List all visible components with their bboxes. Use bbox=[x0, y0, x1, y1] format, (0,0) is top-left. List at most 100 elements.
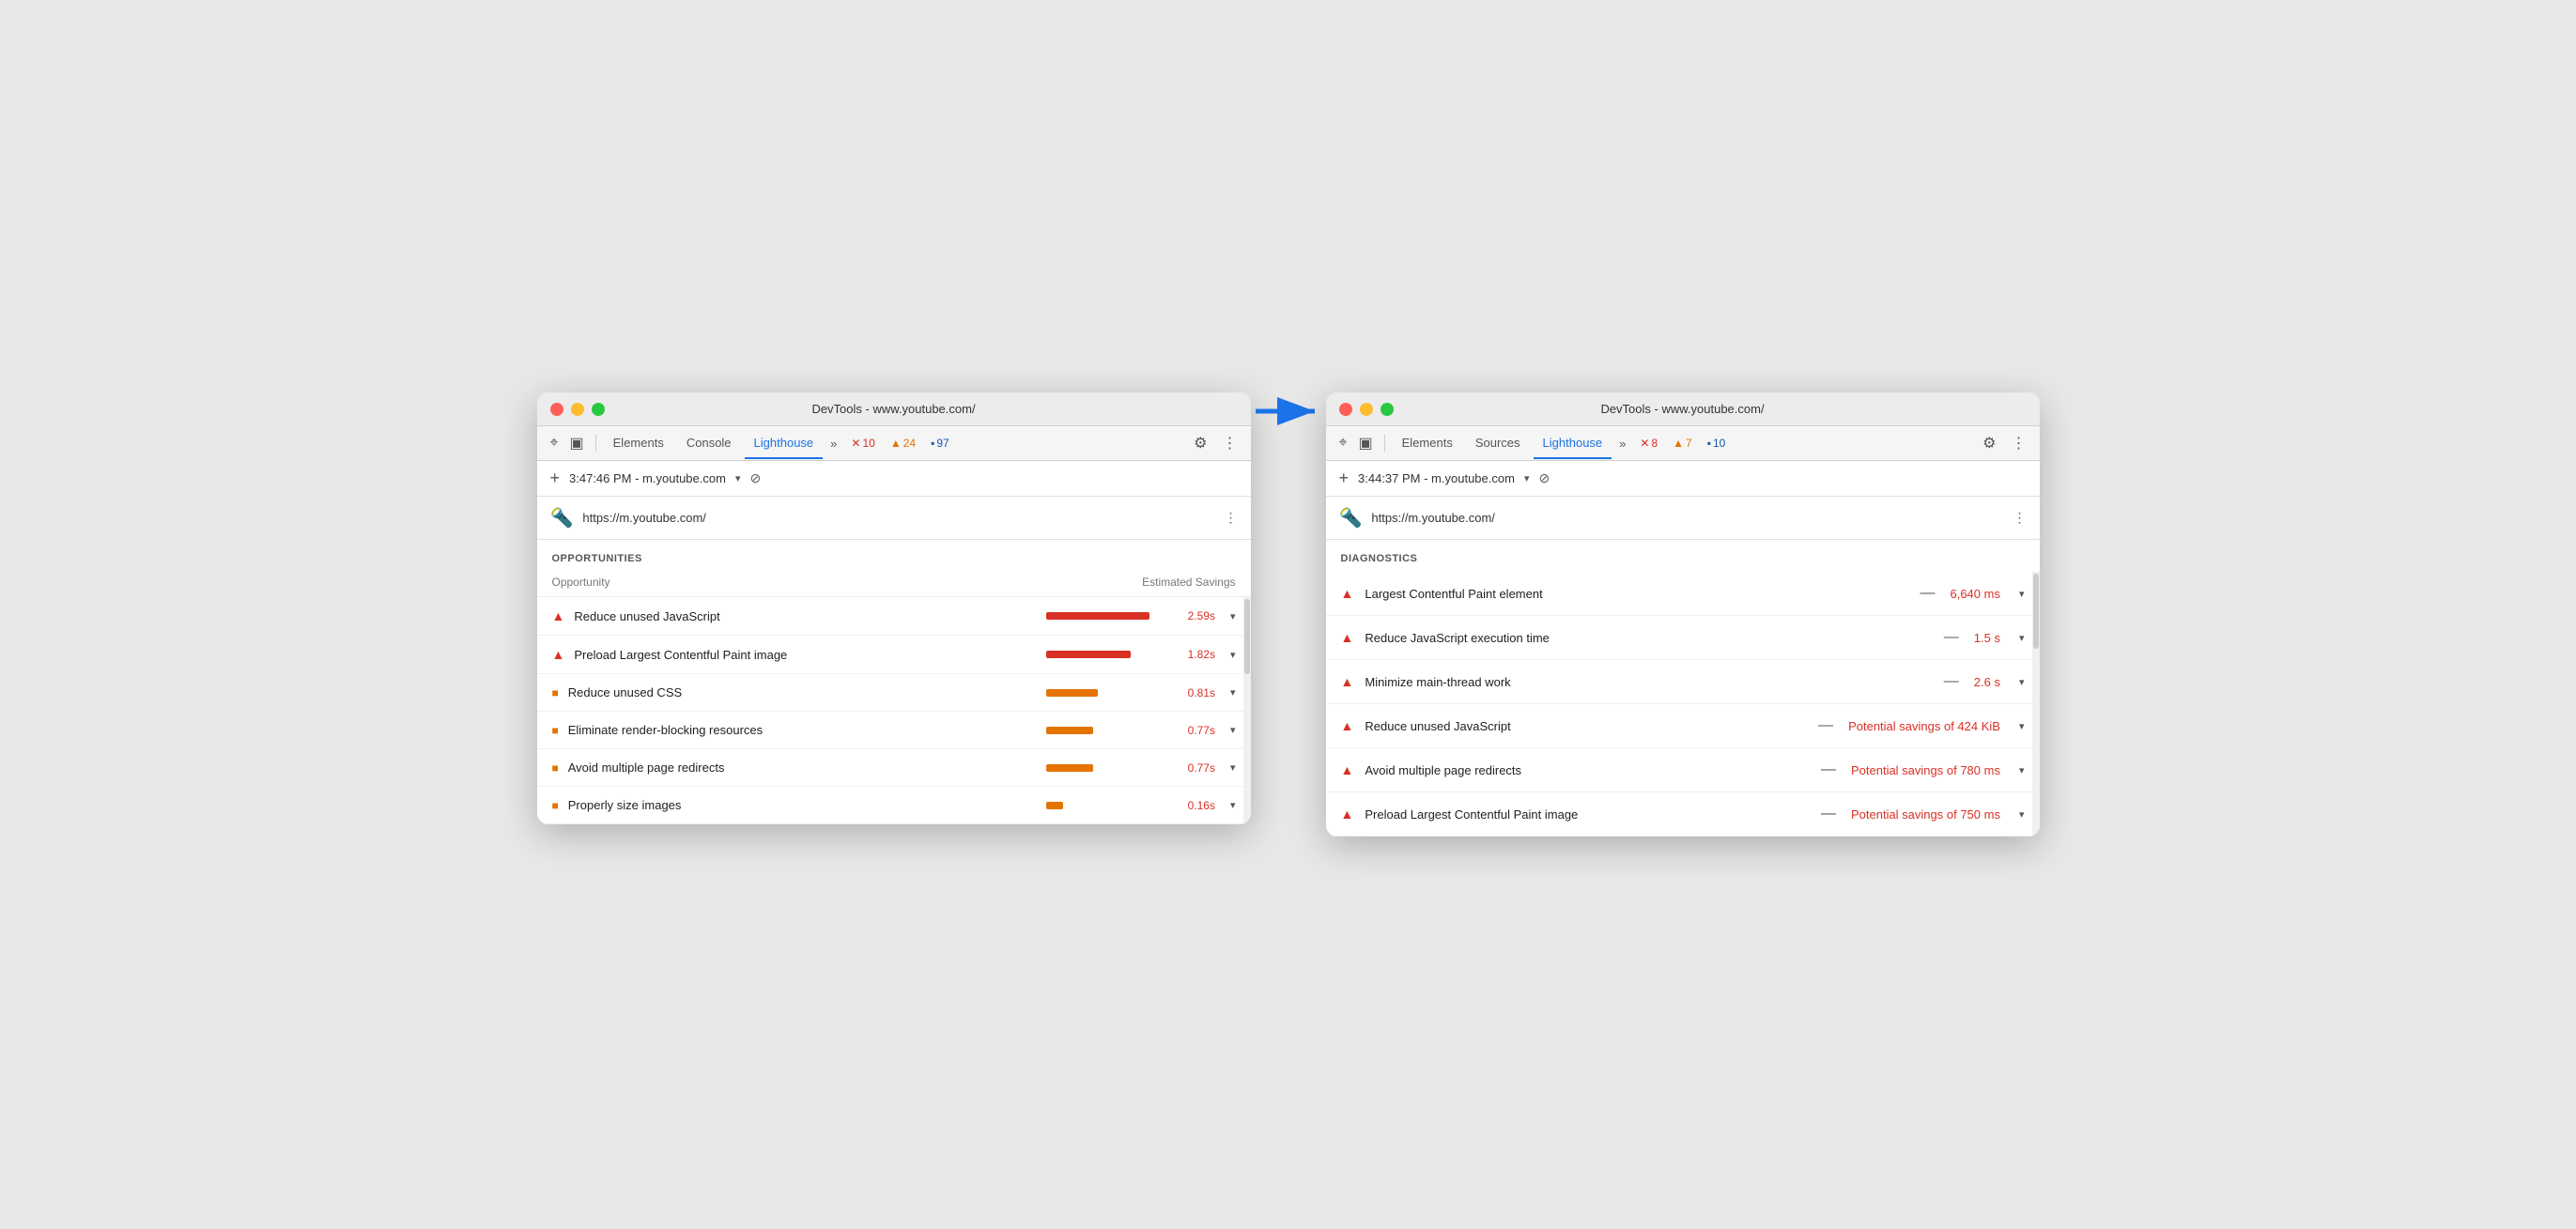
tab-bar-right-1: ⚙ ⋮ bbox=[1190, 430, 1241, 456]
dash-5: — bbox=[1821, 806, 1836, 822]
toolbar-1: + 3:47:46 PM - m.youtube.com ▾ ⊘ bbox=[537, 461, 1251, 497]
tab-sources-2[interactable]: Sources bbox=[1466, 428, 1530, 459]
opp-label-5: Properly size images bbox=[568, 798, 1037, 812]
scrollbar-track-1[interactable] bbox=[1243, 597, 1251, 824]
title-bar-2: DevTools - www.youtube.com/ bbox=[1326, 392, 2040, 426]
diag-label-5: Preload Largest Contentful Paint image bbox=[1365, 807, 1806, 822]
diag-expand-0[interactable]: ▾ bbox=[2019, 588, 2025, 600]
opp-label-4: Avoid multiple page redirects bbox=[568, 760, 1037, 775]
diag-expand-3[interactable]: ▾ bbox=[2019, 720, 2025, 732]
lh-header-1: 🔦 https://m.youtube.com/ ⋮ bbox=[537, 497, 1251, 540]
close-button-1[interactable] bbox=[550, 403, 563, 416]
opp-icon-5: ■ bbox=[552, 799, 559, 812]
devtools-window-1: DevTools - www.youtube.com/ ⌖ ▣ Elements… bbox=[537, 392, 1251, 824]
diag-expand-4[interactable]: ▾ bbox=[2019, 764, 2025, 776]
diag-row-5[interactable]: ▲ Preload Largest Contentful Paint image… bbox=[1326, 792, 2040, 837]
tab-elements-1[interactable]: Elements bbox=[604, 428, 673, 459]
title-bar-1: DevTools - www.youtube.com/ bbox=[537, 392, 1251, 426]
tab-lighthouse-1[interactable]: Lighthouse bbox=[745, 428, 824, 459]
warning-icon-2: ▲ bbox=[1673, 437, 1684, 450]
opp-bar-container-0 bbox=[1046, 612, 1159, 620]
maximize-button-1[interactable] bbox=[592, 403, 605, 416]
opp-bar-1 bbox=[1046, 651, 1131, 658]
close-button-2[interactable] bbox=[1339, 403, 1352, 416]
diag-row-4[interactable]: ▲ Avoid multiple page redirects — Potent… bbox=[1326, 748, 2040, 792]
expand-icon-2[interactable]: ▾ bbox=[1230, 686, 1236, 699]
toolbar-2: + 3:44:37 PM - m.youtube.com ▾ ⊘ bbox=[1326, 461, 2040, 497]
more-options-button-2[interactable]: ⋮ bbox=[2008, 430, 2030, 456]
settings-button-1[interactable]: ⚙ bbox=[1190, 430, 1211, 456]
toolbar-url-2: 3:44:37 PM - m.youtube.com bbox=[1358, 471, 1515, 485]
expand-icon-4[interactable]: ▾ bbox=[1230, 761, 1236, 774]
opportunity-row-1[interactable]: ▲ Preload Largest Contentful Paint image… bbox=[537, 636, 1251, 674]
opp-saving-4: 0.77s bbox=[1178, 761, 1215, 775]
error-icon-2: ✕ bbox=[1640, 437, 1649, 450]
cancel-icon-2[interactable]: ⊘ bbox=[1538, 470, 1550, 486]
section-header-1: OPPORTUNITIES bbox=[537, 540, 1251, 572]
lh-more-button-2[interactable]: ⋮ bbox=[2013, 510, 2027, 526]
more-tabs-icon-1[interactable]: » bbox=[826, 429, 841, 458]
minimize-button-1[interactable] bbox=[571, 403, 584, 416]
lh-more-button-1[interactable]: ⋮ bbox=[1225, 510, 1238, 526]
opportunity-row-5[interactable]: ■ Properly size images 0.16s ▾ bbox=[537, 787, 1251, 824]
opp-bar-0 bbox=[1046, 612, 1149, 620]
tab-bar-2: ⌖ ▣ Elements Sources Lighthouse » ✕ 8 ▲ … bbox=[1326, 426, 2040, 461]
lighthouse-icon-2: 🔦 bbox=[1339, 506, 1363, 530]
diag-value-2: 2.6 s bbox=[1974, 675, 2000, 689]
diag-expand-2[interactable]: ▾ bbox=[2019, 676, 2025, 688]
expand-icon-3[interactable]: ▾ bbox=[1230, 724, 1236, 736]
more-tabs-icon-2[interactable]: » bbox=[1615, 429, 1629, 458]
cancel-icon-1[interactable]: ⊘ bbox=[749, 470, 761, 486]
diag-icon-4: ▲ bbox=[1341, 762, 1354, 777]
opp-icon-0: ▲ bbox=[552, 608, 565, 623]
diag-label-4: Avoid multiple page redirects bbox=[1365, 763, 1806, 777]
url-dropdown-icon-2[interactable]: ▾ bbox=[1524, 472, 1530, 484]
diag-expand-5[interactable]: ▾ bbox=[2019, 808, 2025, 821]
opportunity-row-3[interactable]: ■ Eliminate render-blocking resources 0.… bbox=[537, 712, 1251, 749]
toolbar-url-1: 3:47:46 PM - m.youtube.com bbox=[569, 471, 726, 485]
tab-console-1[interactable]: Console bbox=[677, 428, 741, 459]
tab-elements-2[interactable]: Elements bbox=[1393, 428, 1462, 459]
opp-label-0: Reduce unused JavaScript bbox=[574, 609, 1037, 623]
diag-label-2: Minimize main-thread work bbox=[1365, 675, 1928, 689]
diag-row-2[interactable]: ▲ Minimize main-thread work — 2.6 s ▾ bbox=[1326, 660, 2040, 704]
minimize-button-2[interactable] bbox=[1360, 403, 1373, 416]
opportunity-row-2[interactable]: ■ Reduce unused CSS 0.81s ▾ bbox=[537, 674, 1251, 712]
opp-label-2: Reduce unused CSS bbox=[568, 685, 1037, 699]
diag-row-1[interactable]: ▲ Reduce JavaScript execution time — 1.5… bbox=[1326, 616, 2040, 660]
diag-value-0: 6,640 ms bbox=[1950, 587, 1999, 601]
expand-icon-5[interactable]: ▾ bbox=[1230, 799, 1236, 811]
opp-bar-2 bbox=[1046, 689, 1098, 697]
opp-saving-1: 1.82s bbox=[1178, 648, 1215, 661]
window-controls-1 bbox=[550, 403, 605, 416]
tab-lighthouse-2[interactable]: Lighthouse bbox=[1534, 428, 1612, 459]
diag-value-4: Potential savings of 780 ms bbox=[1851, 763, 2000, 777]
opp-bar-container-5 bbox=[1046, 802, 1159, 809]
info-icon-2: ▪ bbox=[1707, 437, 1711, 450]
opportunity-row-0[interactable]: ▲ Reduce unused JavaScript 2.59s ▾ bbox=[537, 597, 1251, 636]
more-options-button-1[interactable]: ⋮ bbox=[1219, 430, 1242, 456]
expand-icon-1[interactable]: ▾ bbox=[1230, 649, 1236, 661]
opp-saving-2: 0.81s bbox=[1178, 686, 1215, 699]
scrollbar-track-2[interactable] bbox=[2032, 572, 2040, 837]
diag-row-0[interactable]: ▲ Largest Contentful Paint element — 6,6… bbox=[1326, 572, 2040, 616]
opp-bar-container-2 bbox=[1046, 689, 1159, 697]
lh-url-1: https://m.youtube.com/ bbox=[582, 511, 1214, 525]
add-tab-button-2[interactable]: + bbox=[1339, 469, 1350, 488]
diag-expand-1[interactable]: ▾ bbox=[2019, 632, 2025, 644]
direction-arrow bbox=[1251, 392, 1326, 430]
add-tab-button-1[interactable]: + bbox=[550, 469, 561, 488]
opp-icon-2: ■ bbox=[552, 686, 559, 699]
diag-value-5: Potential savings of 750 ms bbox=[1851, 807, 2000, 822]
maximize-button-2[interactable] bbox=[1381, 403, 1394, 416]
settings-button-2[interactable]: ⚙ bbox=[1979, 430, 1999, 456]
col-opportunity: Opportunity bbox=[552, 576, 610, 589]
tab-bar-1: ⌖ ▣ Elements Console Lighthouse » ✕ 10 ▲… bbox=[537, 426, 1251, 461]
diag-row-3[interactable]: ▲ Reduce unused JavaScript — Potential s… bbox=[1326, 704, 2040, 748]
opp-icon-3: ■ bbox=[552, 724, 559, 737]
opp-bar-4 bbox=[1046, 764, 1093, 772]
badge-error-2: ✕ 8 bbox=[1635, 435, 1662, 452]
url-dropdown-icon-1[interactable]: ▾ bbox=[735, 472, 741, 484]
expand-icon-0[interactable]: ▾ bbox=[1230, 610, 1236, 622]
opportunity-row-4[interactable]: ■ Avoid multiple page redirects 0.77s ▾ bbox=[537, 749, 1251, 787]
